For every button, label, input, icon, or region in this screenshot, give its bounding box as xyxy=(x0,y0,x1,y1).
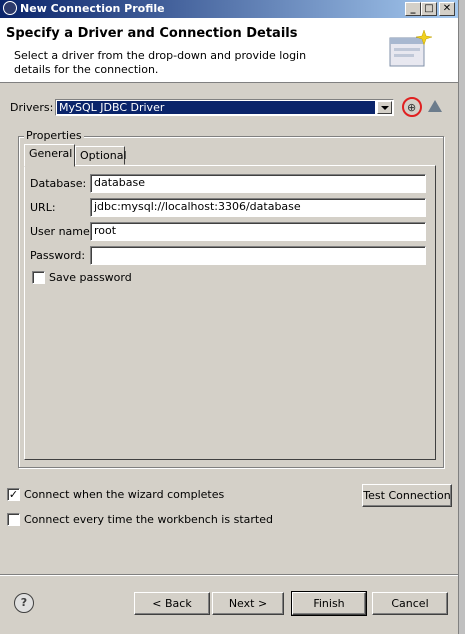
new-driver-icon[interactable]: ⊕ xyxy=(402,97,422,117)
connect-every-start-checkbox[interactable] xyxy=(7,513,20,526)
help-icon[interactable]: ? xyxy=(14,593,34,613)
save-password-checkbox[interactable] xyxy=(32,271,45,284)
wizard-heading: Specify a Driver and Connection Details xyxy=(6,26,298,41)
title-bar[interactable]: New Connection Profile _ □ ✕ xyxy=(0,0,458,18)
connect-on-complete-checkbox[interactable]: ✓ xyxy=(7,488,20,501)
url-field[interactable]: jdbc:mysql://localhost:3306/database xyxy=(90,198,426,217)
drivers-selected-value: MySQL JDBC Driver xyxy=(57,101,375,114)
window-title: New Connection Profile xyxy=(20,2,165,15)
edit-driver-icon[interactable] xyxy=(428,100,442,112)
properties-group-label: Properties xyxy=(24,129,84,142)
password-label: Password: xyxy=(30,249,86,262)
connect-every-start-label[interactable]: Connect every time the workbench is star… xyxy=(24,513,273,526)
new-connection-profile-window: New Connection Profile _ □ ✕ Specify a D… xyxy=(0,0,459,634)
database-field[interactable]: database xyxy=(90,174,426,193)
url-label: URL: xyxy=(30,201,56,214)
username-label: User name: xyxy=(30,225,94,238)
tab-optional[interactable]: Optional xyxy=(75,146,127,165)
close-button[interactable]: ✕ xyxy=(439,2,455,16)
database-label: Database: xyxy=(30,177,87,190)
chevron-down-icon[interactable] xyxy=(377,101,392,114)
save-password-label[interactable]: Save password xyxy=(49,271,132,284)
test-connection-button[interactable]: Test Connection xyxy=(362,484,452,507)
finish-button[interactable]: Finish xyxy=(291,591,367,616)
back-button[interactable]: < Back xyxy=(134,592,210,615)
footer-separator xyxy=(0,574,458,576)
password-field[interactable] xyxy=(90,246,426,265)
cancel-button[interactable]: Cancel xyxy=(372,592,448,615)
drivers-label: Drivers: xyxy=(10,101,54,114)
connect-on-complete-label[interactable]: Connect when the wizard completes xyxy=(24,488,224,501)
wizard-description: Select a driver from the drop-down and p… xyxy=(14,49,307,76)
minimize-button[interactable]: _ xyxy=(405,2,421,16)
maximize-button[interactable]: □ xyxy=(421,2,437,16)
tab-general[interactable]: General xyxy=(24,144,75,167)
next-button[interactable]: Next > xyxy=(212,592,284,615)
wizard-header: Specify a Driver and Connection Details … xyxy=(0,18,458,83)
connection-wizard-icon xyxy=(389,29,432,67)
username-field[interactable]: root xyxy=(90,222,426,241)
drivers-dropdown[interactable]: MySQL JDBC Driver xyxy=(55,99,394,116)
eclipse-app-icon xyxy=(3,1,17,15)
